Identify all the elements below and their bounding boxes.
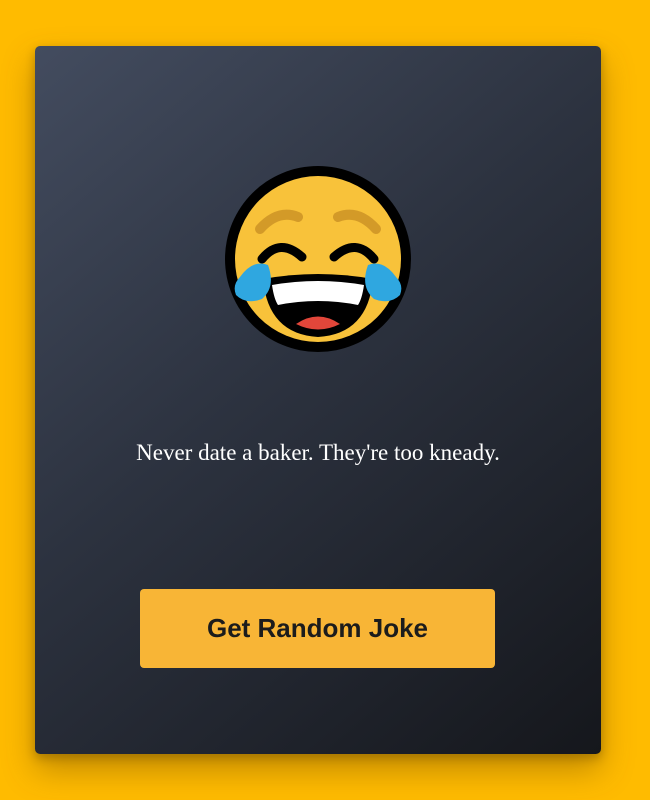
get-random-joke-button[interactable]: Get Random Joke bbox=[140, 589, 495, 668]
face-with-tears-of-joy-icon bbox=[225, 166, 411, 352]
joke-text: Never date a baker. They're too kneady. bbox=[136, 440, 500, 465]
joke-card: Never date a baker. They're too kneady. … bbox=[35, 46, 601, 754]
